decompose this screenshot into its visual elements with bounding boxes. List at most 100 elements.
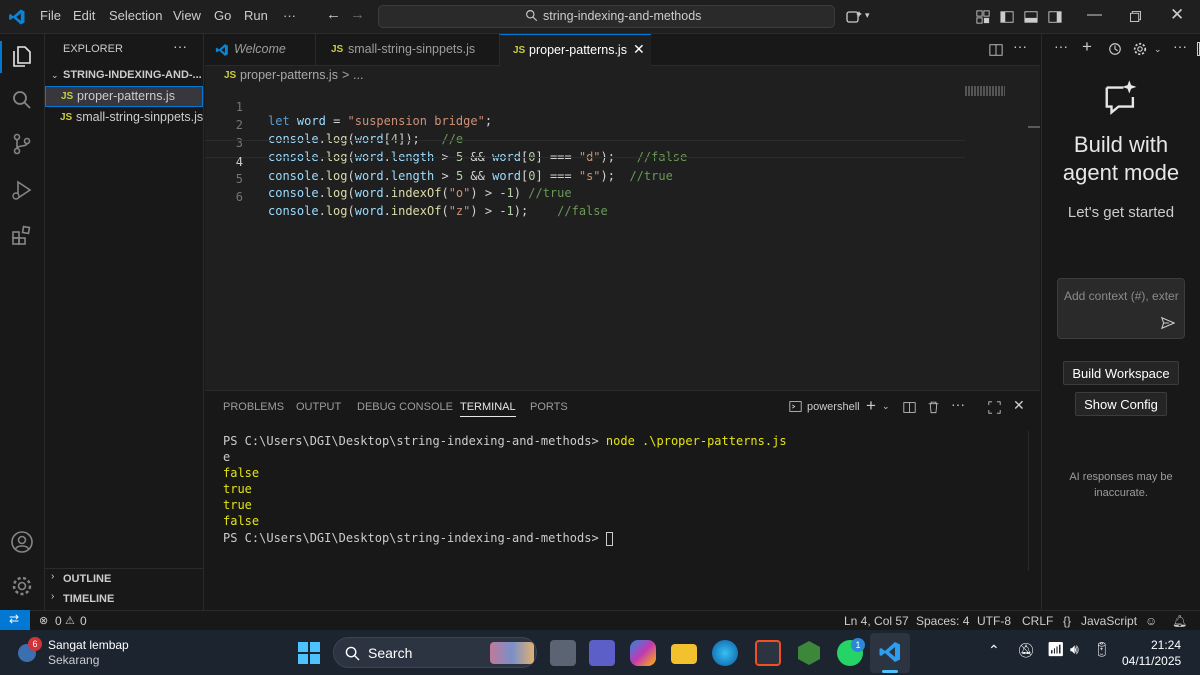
cursor-position[interactable]: Ln 4, Col 57	[844, 614, 909, 628]
tab-proper-patterns[interactable]: JS proper-patterns.js ✕	[499, 34, 651, 66]
accounts-icon[interactable]	[10, 530, 34, 554]
volume-icon[interactable]: 🔊︎	[1070, 641, 1079, 658]
more-actions-icon[interactable]: ···	[1054, 38, 1068, 54]
toggle-secondary-sidebar-icon[interactable]	[1048, 10, 1062, 24]
menu-run[interactable]: Run	[244, 8, 268, 23]
scrollbar-marker[interactable]	[1028, 126, 1040, 128]
teams-icon[interactable]	[589, 640, 615, 666]
chevron-down-icon[interactable]: ▾	[865, 10, 870, 21]
indentation[interactable]: Spaces: 4	[916, 614, 969, 628]
menu-go[interactable]: Go	[214, 8, 231, 23]
build-workspace-button[interactable]: Build Workspace	[1063, 361, 1179, 385]
more-actions-icon[interactable]: ···	[1173, 38, 1187, 54]
terminal-scrollbar[interactable]	[1028, 431, 1040, 571]
menu-edit[interactable]: Edit	[73, 8, 95, 23]
menu-selection[interactable]: Selection	[109, 8, 162, 23]
warning-icon[interactable]: ⚠	[65, 614, 75, 627]
copilot-icon[interactable]	[846, 9, 862, 25]
wifi-icon[interactable]: 📶︎	[1047, 641, 1065, 658]
maximize-panel-icon[interactable]	[988, 401, 1001, 414]
close-panel-icon[interactable]: ✕	[1013, 397, 1025, 414]
vscode-taskbar-active[interactable]	[870, 633, 910, 673]
more-actions-icon[interactable]: ···	[951, 396, 965, 412]
battery-icon[interactable]: 🔋︎	[1093, 641, 1111, 658]
chevron-down-icon[interactable]: ⌄	[882, 401, 890, 412]
notifications-bell-icon[interactable]: 🔔︎	[1172, 614, 1187, 628]
breadcrumb-symbol[interactable]: ...	[353, 68, 363, 82]
new-terminal-icon[interactable]: +	[866, 396, 876, 416]
toggle-panel-icon[interactable]	[1024, 10, 1038, 24]
nodejs-icon[interactable]	[796, 640, 822, 666]
code-editor[interactable]: 1 let word = "suspension bridge"; 2 cons…	[205, 86, 1040, 390]
command-center-search[interactable]: string-indexing-and-methods	[378, 5, 835, 28]
chat-input[interactable]: Add context (#), exter	[1057, 278, 1185, 339]
search-view-icon[interactable]	[10, 88, 34, 112]
taskbar-search[interactable]: Search	[333, 637, 537, 668]
edge-icon[interactable]	[712, 640, 738, 666]
show-config-button[interactable]: Show Config	[1075, 392, 1167, 416]
file-item-active[interactable]: JS proper-patterns.js	[45, 86, 203, 107]
explorer-icon[interactable]	[10, 44, 34, 68]
extensions-icon[interactable]	[10, 224, 34, 248]
vscode-logo-icon[interactable]	[8, 8, 26, 26]
line-ending[interactable]: CRLF	[1022, 614, 1053, 628]
split-terminal-icon[interactable]	[903, 401, 916, 414]
folder-name[interactable]: STRING-INDEXING-AND-...	[63, 69, 202, 81]
tab-debug-console[interactable]: DEBUG CONSOLE	[357, 401, 453, 413]
send-icon[interactable]	[1161, 316, 1175, 330]
menu-file[interactable]: File	[40, 8, 61, 23]
clock-date[interactable]: 04/11/2025	[1122, 654, 1181, 668]
more-actions-icon[interactable]: ···	[1013, 38, 1027, 54]
trash-icon[interactable]	[927, 400, 940, 414]
source-control-icon[interactable]	[10, 132, 34, 156]
chevron-down-icon[interactable]: ⌄	[1154, 44, 1162, 55]
timeline-section[interactable]: TIMELINE	[63, 593, 114, 605]
gear-icon[interactable]	[1133, 42, 1147, 56]
notifications-off-icon[interactable]: 🔕︎	[1017, 642, 1035, 659]
menu-view[interactable]: View	[173, 8, 201, 23]
clock-time[interactable]: 21:24	[1151, 638, 1181, 652]
customize-layout-icon[interactable]	[976, 10, 990, 24]
file-explorer-icon[interactable]	[671, 644, 697, 664]
chevron-down-icon[interactable]: ⌄	[51, 70, 59, 81]
run-debug-icon[interactable]	[10, 178, 34, 202]
tab-output[interactable]: OUTPUT	[296, 401, 341, 413]
chevron-right-icon[interactable]: ›	[51, 591, 54, 602]
history-icon[interactable]	[1108, 42, 1122, 56]
new-chat-icon[interactable]: +	[1082, 37, 1092, 57]
terminal-line[interactable]: PS C:\Users\DGI\Desktop\string-indexing-…	[223, 531, 613, 546]
close-tab-icon[interactable]: ✕	[633, 41, 645, 58]
back-arrow-icon[interactable]: ←	[326, 6, 341, 23]
tab-terminal[interactable]: TERMINAL	[460, 401, 516, 417]
error-icon[interactable]: ⊗	[39, 614, 48, 627]
settings-gear-icon[interactable]	[10, 574, 34, 598]
menu-more[interactable]: ···	[283, 8, 296, 23]
restore-icon[interactable]	[1130, 11, 1141, 22]
close-window-icon[interactable]: ✕	[1170, 5, 1184, 25]
task-view-icon[interactable]	[550, 640, 576, 666]
chevron-right-icon[interactable]: ›	[51, 571, 54, 582]
more-actions-icon[interactable]: ···	[173, 38, 187, 54]
windows-start-icon[interactable]	[298, 642, 320, 664]
terminal-shell-name[interactable]: powershell	[807, 401, 860, 413]
copilot-app-icon[interactable]	[630, 640, 656, 666]
remote-indicator[interactable]: ⇄	[0, 610, 30, 630]
encoding[interactable]: UTF-8	[977, 614, 1011, 628]
store-icon[interactable]	[755, 640, 781, 666]
language-mode[interactable]: JavaScript	[1081, 614, 1137, 628]
split-editor-icon[interactable]	[989, 43, 1003, 57]
toggle-primary-sidebar-icon[interactable]	[1000, 10, 1014, 24]
tab-problems[interactable]: PROBLEMS	[223, 401, 284, 413]
breadcrumb-file[interactable]: proper-patterns.js	[240, 68, 338, 82]
copilot-status-icon[interactable]: ☺	[1145, 614, 1157, 628]
error-count[interactable]: 0	[55, 614, 62, 628]
minimize-icon[interactable]: —	[1087, 6, 1102, 23]
outline-section[interactable]: OUTLINE	[63, 573, 111, 585]
chevron-up-icon[interactable]: ⌃	[988, 642, 1000, 659]
tab-ports[interactable]: PORTS	[530, 401, 568, 413]
tab-welcome[interactable]: Welcome	[205, 34, 315, 66]
tab-small-string-sinppets[interactable]: JS small-string-sinppets.js	[315, 34, 499, 66]
weather-widget[interactable]: 6 Sangat lembap Sekarang	[10, 637, 129, 672]
minimap[interactable]	[965, 86, 1005, 96]
warning-count[interactable]: 0	[80, 614, 87, 628]
